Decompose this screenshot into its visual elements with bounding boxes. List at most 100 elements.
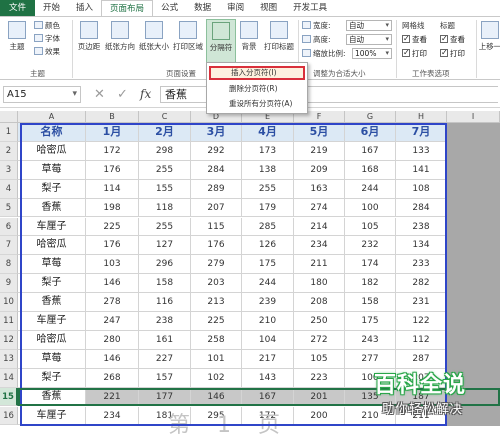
table-cell[interactable]: 284	[191, 160, 242, 180]
table-cell[interactable]: 车厘子	[18, 406, 86, 426]
row-header-3[interactable]: 3	[0, 160, 18, 180]
table-cell[interactable]: 175	[345, 312, 396, 331]
table-cell[interactable]: 173	[242, 141, 294, 161]
table-cell[interactable]: 172	[86, 141, 139, 161]
table-cell[interactable]: 101	[191, 349, 242, 369]
table-cell[interactable]: 草莓	[18, 349, 86, 369]
table-cell[interactable]: 243	[345, 330, 396, 350]
table-cell[interactable]: 203	[191, 274, 242, 294]
table-cell[interactable]: 289	[191, 179, 242, 199]
table-cell[interactable]: 227	[139, 349, 191, 369]
select-all-corner[interactable]	[0, 111, 18, 123]
table-cell[interactable]: 176	[86, 236, 139, 256]
table-cell[interactable]: 134	[396, 236, 447, 256]
height-combo[interactable]: 自动	[346, 34, 392, 45]
table-cell[interactable]: 102	[191, 368, 242, 388]
table-cell[interactable]: 232	[345, 236, 396, 256]
table-cell[interactable]: 155	[139, 179, 191, 199]
table-cell[interactable]: 258	[191, 330, 242, 350]
table-cell[interactable]: 244	[345, 179, 396, 199]
table-cell[interactable]: 梨子	[18, 368, 86, 388]
table-cell[interactable]: 163	[294, 179, 345, 199]
table-cell[interactable]: 177	[139, 387, 191, 407]
row-header-5[interactable]: 5	[0, 198, 18, 218]
row-header-11[interactable]: 11	[0, 312, 18, 331]
table-cell[interactable]: 梨子	[18, 274, 86, 294]
table-cell[interactable]: 219	[294, 141, 345, 161]
table-cell[interactable]: 221	[86, 387, 139, 407]
name-box[interactable]: A15	[3, 86, 81, 103]
table-cell[interactable]: 223	[294, 368, 345, 388]
table-cell[interactable]: 238	[139, 312, 191, 331]
table-cell[interactable]: 296	[139, 255, 191, 275]
table-cell[interactable]: 146	[86, 349, 139, 369]
header-cell[interactable]: 7月	[396, 123, 447, 142]
table-cell[interactable]: 草莓	[18, 160, 86, 180]
table-cell[interactable]: 158	[139, 274, 191, 294]
cancel-icon[interactable]: ✕	[94, 87, 105, 102]
table-cell[interactable]: 176	[191, 236, 242, 256]
table-cell[interactable]: 255	[139, 217, 191, 237]
table-cell[interactable]: 233	[396, 255, 447, 275]
bring-forward-button[interactable]: 上移一	[478, 19, 500, 52]
table-cell[interactable]: 126	[242, 236, 294, 256]
table-cell[interactable]: 167	[345, 141, 396, 161]
tab-4[interactable]: 公式	[153, 0, 186, 16]
headings-print-checkbox[interactable]: 打印	[440, 47, 465, 59]
table-cell[interactable]: 103	[86, 255, 139, 275]
header-cell[interactable]: 4月	[242, 123, 294, 142]
column-header-H[interactable]: H	[396, 111, 447, 123]
table-cell[interactable]: 287	[396, 349, 447, 369]
row-header-7[interactable]: 7	[0, 236, 18, 256]
column-header-G[interactable]: G	[345, 111, 396, 123]
theme-colors-button[interactable]: 颜色	[34, 20, 60, 31]
table-cell[interactable]: 250	[294, 312, 345, 331]
column-header-I[interactable]: I	[447, 111, 500, 123]
row-header-16[interactable]: 16	[0, 406, 18, 426]
table-cell[interactable]: 138	[242, 160, 294, 180]
menu-reset-all-page-breaks[interactable]: 重设所有分页符(A)	[209, 97, 305, 111]
header-cell[interactable]: 5月	[294, 123, 345, 142]
row-header-6[interactable]: 6	[0, 217, 18, 237]
orientation-button[interactable]: 纸张方向	[104, 19, 136, 52]
row-header-1[interactable]: 1	[0, 123, 18, 142]
table-cell[interactable]: 香蕉	[18, 387, 86, 407]
table-cell[interactable]: 115	[191, 217, 242, 237]
table-cell[interactable]: 143	[242, 368, 294, 388]
headings-view-checkbox[interactable]: 查看	[440, 33, 465, 45]
table-cell[interactable]: 244	[242, 274, 294, 294]
table-cell[interactable]: 158	[345, 293, 396, 312]
table-cell[interactable]: 274	[294, 198, 345, 218]
tab-2[interactable]: 插入	[68, 0, 101, 16]
table-cell[interactable]: 225	[191, 312, 242, 331]
table-cell[interactable]: 201	[294, 387, 345, 407]
theme-effects-button[interactable]: 效果	[34, 46, 60, 57]
table-cell[interactable]: 292	[191, 141, 242, 161]
table-cell[interactable]: 112	[396, 330, 447, 350]
insert-function-icon[interactable]: fx	[140, 87, 151, 101]
table-cell[interactable]: 214	[294, 217, 345, 237]
table-cell[interactable]: 105	[294, 349, 345, 369]
table-cell[interactable]: 298	[139, 141, 191, 161]
table-cell[interactable]: 255	[139, 160, 191, 180]
table-cell[interactable]: 198	[86, 198, 139, 218]
table-cell[interactable]: 香蕉	[18, 293, 86, 312]
table-cell[interactable]: 208	[294, 293, 345, 312]
table-cell[interactable]: 234	[86, 406, 139, 426]
row-header-4[interactable]: 4	[0, 179, 18, 199]
row-header-14[interactable]: 14	[0, 368, 18, 388]
header-cell[interactable]: 3月	[191, 123, 242, 142]
table-cell[interactable]: 105	[345, 217, 396, 237]
gridlines-view-checkbox[interactable]: 查看	[402, 33, 427, 45]
row-header-2[interactable]: 2	[0, 141, 18, 161]
table-cell[interactable]: 217	[242, 349, 294, 369]
table-cell[interactable]: 157	[139, 368, 191, 388]
table-cell[interactable]: 118	[139, 198, 191, 218]
table-cell[interactable]: 草莓	[18, 255, 86, 275]
header-cell[interactable]: 2月	[139, 123, 191, 142]
header-cell[interactable]: 1月	[86, 123, 139, 142]
breaks-button[interactable]: 分隔符	[206, 19, 236, 65]
table-cell[interactable]: 182	[345, 274, 396, 294]
scale-spinner[interactable]: 100%	[352, 48, 392, 59]
column-header-C[interactable]: C	[139, 111, 191, 123]
